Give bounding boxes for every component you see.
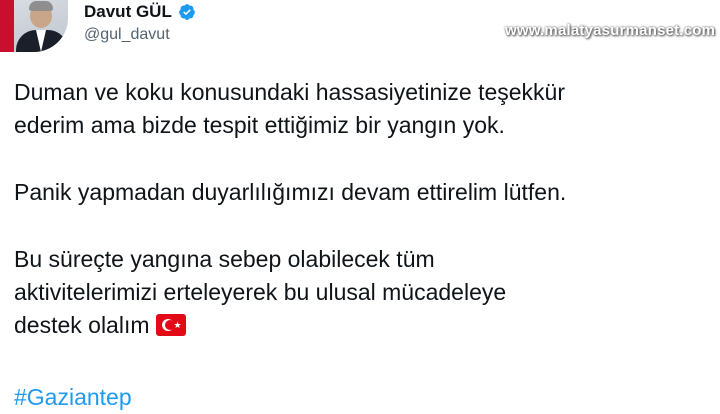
tweet-line: Panik yapmadan duyarlılığımızı devam ett…: [14, 179, 567, 205]
tweet-paragraph-2: Panik yapmadan duyarlılığımızı devam ett…: [14, 176, 566, 209]
tweet-line: aktivitelerimizi erteleyerek bu ulusal m…: [14, 279, 507, 305]
avatar[interactable]: [0, 0, 68, 52]
tweet-paragraph-3: Bu süreçte yangına sebep olabilecek tüm …: [14, 243, 506, 342]
verified-badge-icon: [179, 4, 195, 20]
tweet-line: ederim ama bizde tespit ettiğimiz bir ya…: [14, 112, 505, 138]
tweet-paragraph-1: Duman ve koku konusundaki hassasiyetiniz…: [14, 76, 565, 142]
turkey-flag-icon: ★: [155, 314, 186, 336]
avatar-hair: [29, 1, 53, 11]
watermark: www.malatyasurmanset.com: [505, 22, 716, 39]
author-name[interactable]: Davut GÜL: [84, 2, 172, 22]
author-handle[interactable]: @gul_davut: [84, 25, 170, 45]
hashtag-link[interactable]: #Gaziantep: [14, 381, 132, 414]
tweet-line: destek olalım: [14, 312, 150, 338]
tweet-line-last: destek olalım ★: [14, 309, 506, 342]
tweet-line: Bu süreçte yangına sebep olabilecek tüm: [14, 246, 435, 272]
tweet-line: Duman ve koku konusundaki hassasiyetiniz…: [14, 79, 566, 105]
avatar-flag-background: [0, 0, 14, 52]
